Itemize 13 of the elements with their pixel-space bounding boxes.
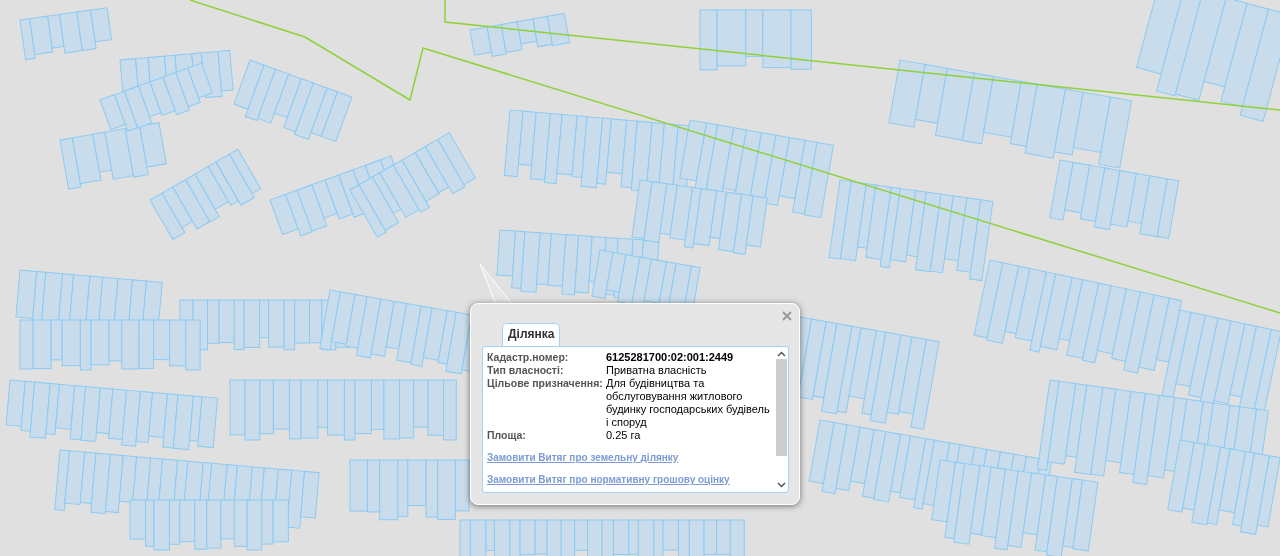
field-label: Цільове призначення: — [487, 377, 604, 391]
field-value: 0.25 га — [606, 429, 642, 442]
order-extract-link[interactable]: Замовити Витяг про земельну ділянку — [487, 451, 771, 464]
scroll-up-icon[interactable] — [777, 351, 786, 357]
field-value: Для будівництва та обслуговування житлового будинку господарських будівель і споруд — [606, 377, 771, 429]
scroll-down-icon[interactable] — [777, 482, 786, 488]
field-value: Приватна власність — [606, 364, 708, 377]
order-extract-link[interactable]: Замовити Витяг про нормативну грошову оцінку — [487, 473, 771, 486]
field-label: Кадастр.номер: — [487, 351, 570, 364]
field-label: Площа: — [487, 429, 527, 442]
field-value: 6125281700:02:001:2449 — [606, 351, 735, 364]
field-label: Тип власності: — [487, 364, 565, 377]
popup-tab[interactable]: Ділянка — [502, 323, 561, 346]
